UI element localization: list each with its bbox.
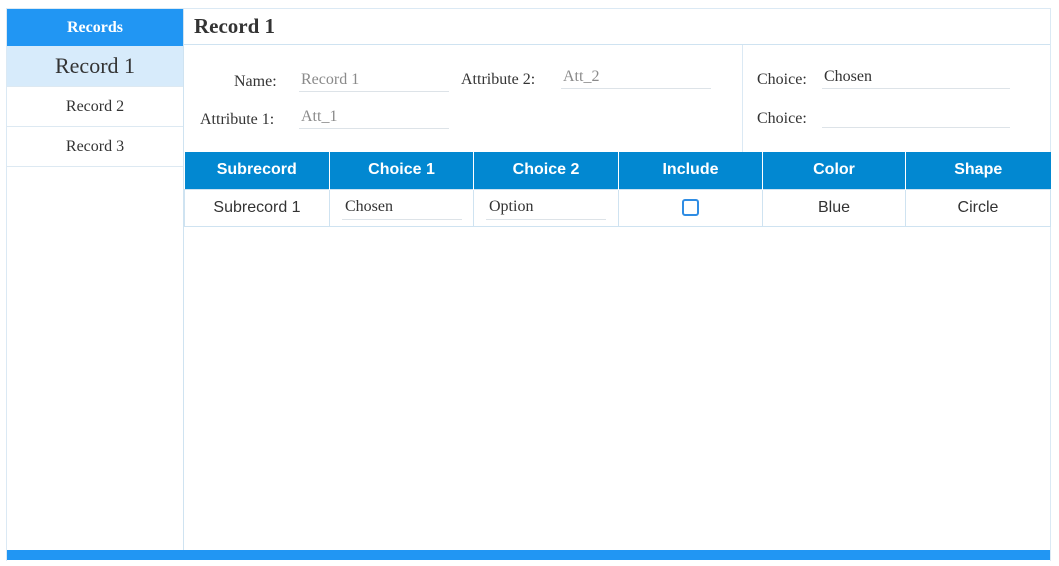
choice-2-input[interactable] bbox=[822, 104, 1010, 128]
cell-shape: Circle bbox=[905, 188, 1051, 227]
column-header-color[interactable]: Color bbox=[762, 152, 906, 189]
attribute-1-label: Attribute 1: bbox=[200, 111, 275, 128]
sidebar: Records Record 1 Record 2 Record 3 bbox=[7, 9, 184, 550]
record-form: Name: Attribute 2: Attribute 1: Choice: … bbox=[184, 45, 1050, 152]
cell-choice-1 bbox=[329, 188, 474, 227]
column-header-subrecord[interactable]: Subrecord bbox=[184, 152, 330, 189]
column-header-include[interactable]: Include bbox=[618, 152, 763, 189]
attribute-2-label: Attribute 2: bbox=[461, 71, 536, 88]
record-title: Record 1 bbox=[184, 9, 1050, 45]
cell-include bbox=[618, 188, 763, 227]
form-divider bbox=[742, 45, 743, 152]
cell-choice-2 bbox=[473, 188, 619, 227]
table-header-row: Subrecord Choice 1 Choice 2 Include Colo… bbox=[184, 152, 1051, 189]
include-checkbox[interactable] bbox=[682, 198, 699, 216]
column-header-shape[interactable]: Shape bbox=[905, 152, 1051, 189]
column-header-choice-2[interactable]: Choice 2 bbox=[473, 152, 619, 189]
sidebar-item-record-1[interactable]: Record 1 bbox=[7, 46, 183, 87]
name-label: Name: bbox=[234, 73, 277, 90]
choice-1-label: Choice: bbox=[757, 71, 807, 88]
sidebar-item-record-2[interactable]: Record 2 bbox=[7, 87, 183, 127]
main-panel: Record 1 Name: Attribute 2: Attribute 1:… bbox=[184, 9, 1051, 550]
attribute-2-input[interactable] bbox=[561, 65, 711, 89]
subrecord-table: Subrecord Choice 1 Choice 2 Include Colo… bbox=[184, 152, 1051, 227]
sidebar-header: Records bbox=[7, 9, 183, 46]
sidebar-item-record-3[interactable]: Record 3 bbox=[7, 127, 183, 167]
choice-1-cell-input[interactable] bbox=[342, 195, 462, 220]
cell-color: Blue bbox=[762, 188, 906, 227]
column-header-choice-1[interactable]: Choice 1 bbox=[329, 152, 474, 189]
bottom-bar bbox=[7, 550, 1050, 560]
name-input[interactable] bbox=[299, 68, 449, 92]
attribute-1-input[interactable] bbox=[299, 105, 449, 129]
choice-2-label: Choice: bbox=[757, 110, 807, 127]
choice-1-input[interactable] bbox=[822, 65, 1010, 89]
cell-subrecord: Subrecord 1 bbox=[184, 188, 330, 227]
choice-2-cell-input[interactable] bbox=[486, 195, 606, 220]
app-window: Records Record 1 Record 2 Record 3 Recor… bbox=[6, 8, 1051, 561]
table-row: Subrecord 1 Blue Circle bbox=[184, 188, 1051, 227]
